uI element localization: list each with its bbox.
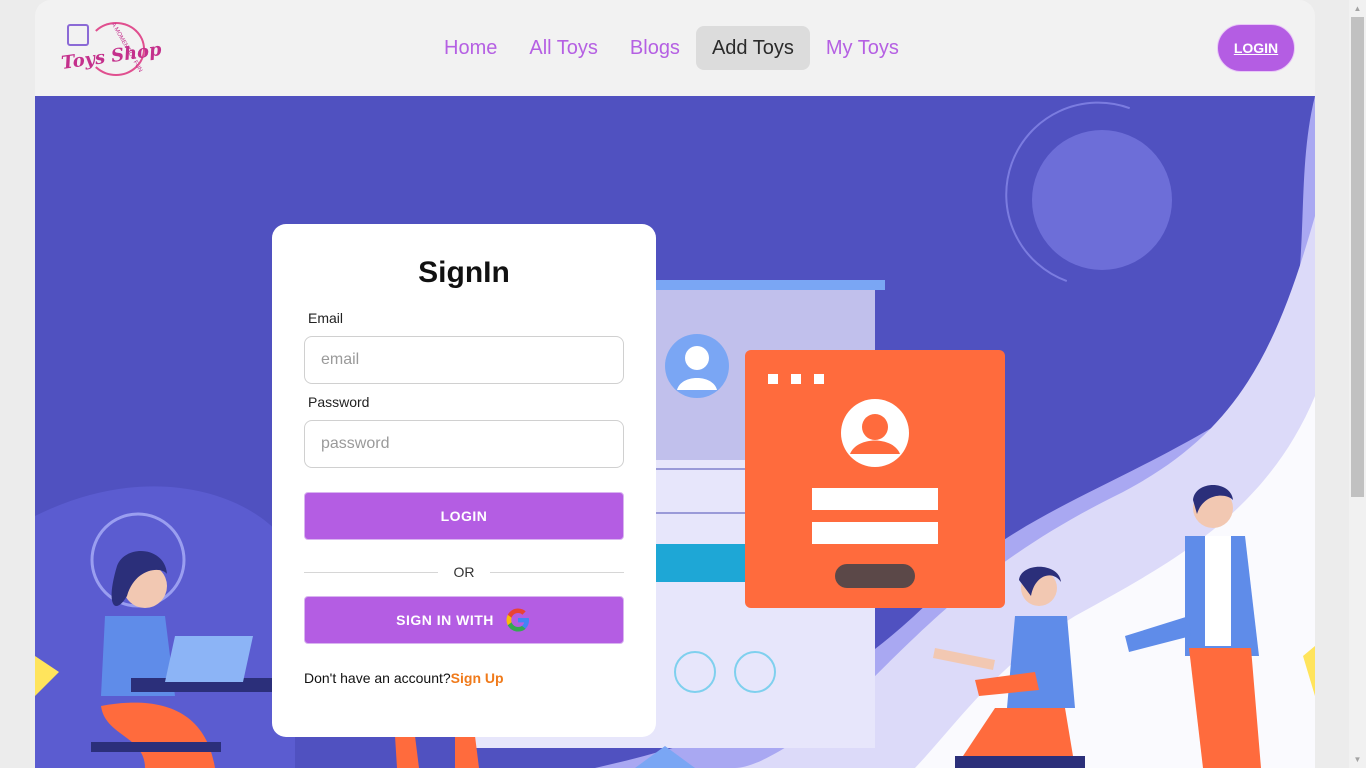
nav-item-home[interactable]: Home (428, 26, 513, 70)
signin-card: SignIn Email Password LOGIN OR SIGN IN W… (272, 224, 656, 737)
google-signin-button[interactable]: SIGN IN WITH (304, 596, 624, 644)
nav-item-add-toys[interactable]: Add Toys (695, 26, 810, 70)
signin-title: SignIn (418, 256, 510, 289)
no-account-text: Don't have an account? (304, 670, 451, 686)
or-divider: OR (304, 564, 624, 580)
vertical-scrollbar[interactable]: ▲ ▼ (1349, 0, 1366, 768)
google-signin-label: SIGN IN WITH (396, 612, 494, 628)
logo[interactable]: A MOMENT OF FUN Toys Shop (57, 18, 163, 80)
shopping-bag-icon (67, 24, 89, 46)
nav-login-button[interactable]: LOGIN (1217, 24, 1295, 72)
navbar: A MOMENT OF FUN Toys Shop Home All Toys … (35, 0, 1315, 96)
page: A MOMENT OF FUN Toys Shop Home All Toys … (35, 0, 1315, 768)
password-label: Password (308, 394, 370, 410)
scroll-up-icon[interactable]: ▲ (1349, 0, 1366, 17)
nav-item-all-toys[interactable]: All Toys (513, 26, 614, 70)
email-input[interactable] (304, 336, 624, 384)
signup-link[interactable]: Sign Up (451, 670, 504, 686)
signup-row: Don't have an account?Sign Up (304, 670, 504, 686)
nav-item-my-toys[interactable]: My Toys (810, 26, 915, 70)
nav-links: Home All Toys Blogs Add Toys My Toys (428, 26, 915, 70)
scrollbar-thumb[interactable] (1351, 17, 1364, 497)
divider-line-right (490, 572, 624, 573)
google-icon (506, 608, 529, 632)
hero-background-art (35, 96, 1315, 768)
email-label: Email (308, 310, 344, 326)
hero-illustration (35, 96, 1315, 768)
login-button-label: LOGIN (440, 508, 488, 524)
login-button[interactable]: LOGIN (304, 492, 624, 540)
scroll-down-icon[interactable]: ▼ (1349, 751, 1366, 768)
password-input[interactable] (304, 420, 624, 468)
nav-item-blogs[interactable]: Blogs (614, 26, 696, 70)
